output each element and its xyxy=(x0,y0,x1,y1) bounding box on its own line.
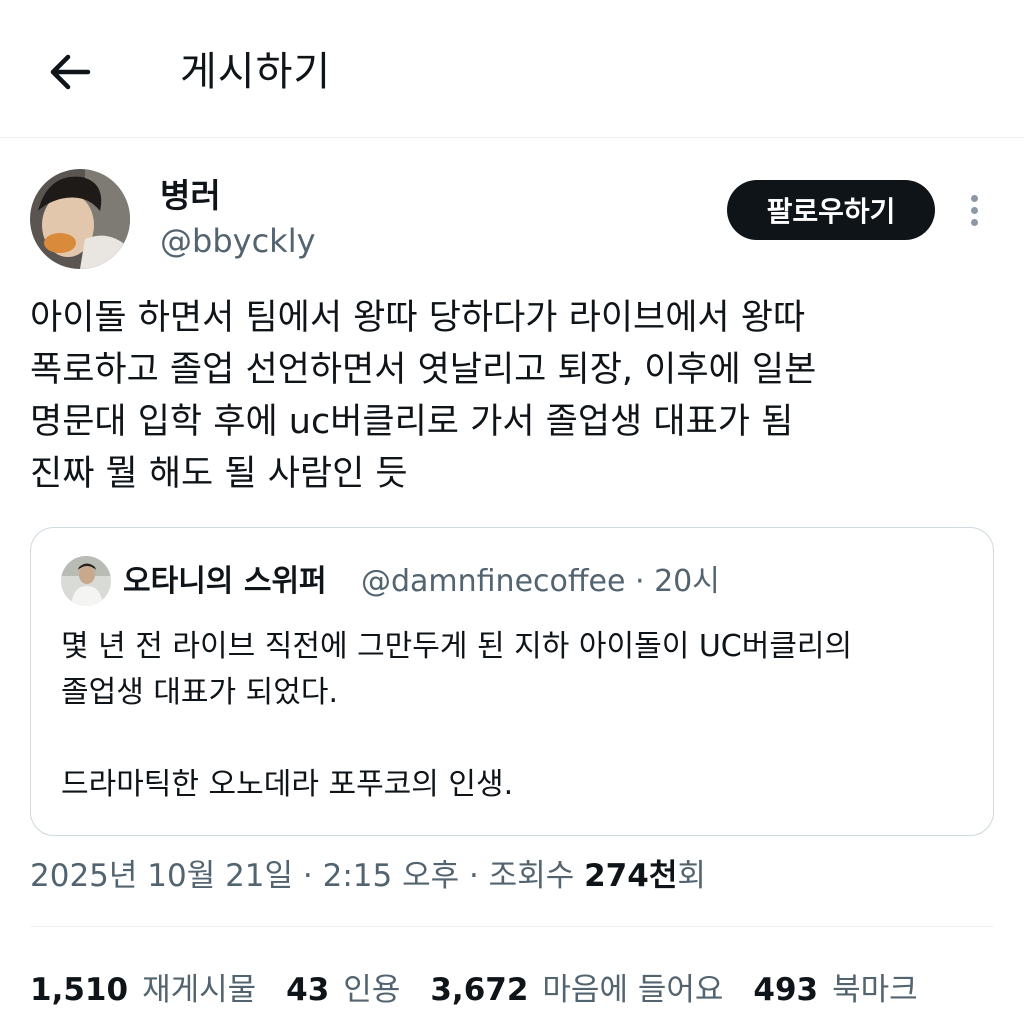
likes-stat[interactable]: 3,672 마음에 들어요 xyxy=(430,964,723,1009)
page-title: 게시하기 xyxy=(180,49,332,95)
quotes-stat[interactable]: 43 인용 xyxy=(286,964,400,1009)
quoted-author-avatar xyxy=(61,556,111,606)
likes-count: 3,672 xyxy=(430,971,529,1008)
author-avatar[interactable] xyxy=(30,169,130,269)
author-display-name[interactable]: 병러 xyxy=(160,176,221,216)
tweet-line: 명문대 입학 후에 uc버클리로 가서 졸업생 대표가 됨 xyxy=(30,402,794,442)
divider xyxy=(30,926,994,927)
quoted-blank-line xyxy=(61,716,991,762)
quoted-line: 졸업생 대표가 되었다. xyxy=(61,675,339,710)
views-suffix: 회 xyxy=(677,858,706,894)
arrow-left-icon xyxy=(50,54,91,90)
quoted-author-meta: @damnfinecoffee · 20시 xyxy=(361,564,720,599)
tweet-line: 폭로하고 졸업 선언하면서 엿날리고 퇴장, 이후에 일본 xyxy=(30,350,817,390)
quoted-tweet-body: 몇 년 전 라이브 직전에 그만두게 된 지하 아이돌이 UC버클리의 졸업생 … xyxy=(61,624,991,808)
more-vertical-icon-dot xyxy=(970,218,978,226)
quotes-count: 43 xyxy=(286,971,330,1008)
engagement-stats: 1,510 재게시물 43 인용 3,672 마음에 들어요 493 북마크 xyxy=(30,961,948,1011)
tweet-line: 진짜 뭘 해도 될 사람인 듯 xyxy=(30,454,408,494)
author-handle[interactable]: @bbyckly xyxy=(160,221,316,261)
follow-button[interactable]: 팔로우하기 xyxy=(727,180,935,240)
reposts-count: 1,510 xyxy=(30,971,129,1008)
quoted-author-name: 오타니의 스위퍼 xyxy=(123,564,327,599)
bookmarks-label: 북마크 xyxy=(832,971,918,1008)
back-button[interactable] xyxy=(40,44,100,100)
bookmarks-count: 493 xyxy=(753,971,819,1008)
tweet-body: 아이돌 하면서 팀에서 왕따 당하다가 라이브에서 왕따 폭로하고 졸업 선언하… xyxy=(30,292,990,500)
quoted-tweet-card[interactable]: 오타니의 스위퍼 @damnfinecoffee · 20시 몇 년 전 라이브… xyxy=(30,527,994,836)
quoted-line: 드라마틱한 오노데라 포푸코의 인생. xyxy=(61,767,514,802)
timestamp[interactable]: 2025년 10월 21일 · 2:15 오후 · 조회수 xyxy=(30,858,584,894)
reposts-label: 재게시물 xyxy=(142,971,257,1008)
more-vertical-icon xyxy=(970,194,978,202)
more-options-button[interactable] xyxy=(958,190,990,230)
quoted-line: 몇 년 전 라이브 직전에 그만두게 된 지하 아이돌이 UC버클리의 xyxy=(61,629,853,664)
reposts-stat[interactable]: 1,510 재게시물 xyxy=(30,964,256,1009)
views-count: 274천 xyxy=(584,858,678,894)
quotes-label: 인용 xyxy=(343,971,401,1008)
likes-label: 마음에 들어요 xyxy=(542,971,724,1008)
more-vertical-icon-dot xyxy=(970,206,978,214)
top-bar: 게시하기 xyxy=(0,0,1024,138)
bookmarks-stat[interactable]: 493 북마크 xyxy=(753,964,917,1009)
tweet-meta: 2025년 10월 21일 · 2:15 오후 · 조회수 274천회 xyxy=(30,854,706,898)
tweet-line: 아이돌 하면서 팀에서 왕따 당하다가 라이브에서 왕따 xyxy=(30,298,806,338)
